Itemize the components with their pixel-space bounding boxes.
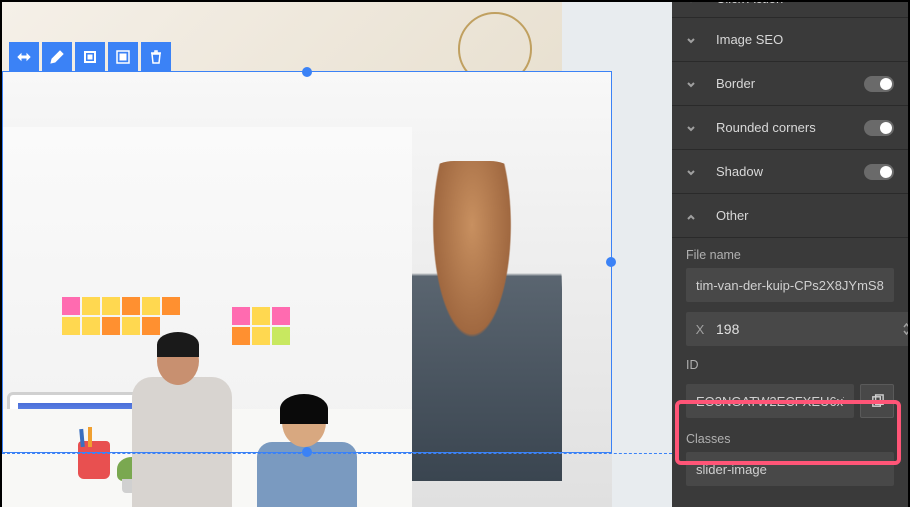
- rounded-corners-toggle[interactable]: [864, 120, 894, 136]
- replace-image-button[interactable]: [9, 42, 39, 72]
- chevron-down-icon: [686, 166, 698, 178]
- section-label: Image SEO: [716, 32, 894, 47]
- border-toggle[interactable]: [864, 76, 894, 92]
- file-name-input[interactable]: [686, 268, 894, 302]
- section-other[interactable]: Other: [672, 194, 908, 238]
- chevron-down-icon: [686, 34, 698, 46]
- crop-button[interactable]: [75, 42, 105, 72]
- chevron-down-icon: [686, 78, 698, 90]
- id-input[interactable]: [686, 384, 854, 418]
- frame-button[interactable]: [108, 42, 138, 72]
- section-label: Border: [716, 76, 864, 91]
- x-input[interactable]: [714, 321, 899, 337]
- id-label: ID: [686, 358, 894, 372]
- delete-button[interactable]: [141, 42, 171, 72]
- floating-toolbar: [9, 42, 171, 72]
- chevron-down-icon: [686, 2, 698, 5]
- shadow-toggle[interactable]: [864, 164, 894, 180]
- section-image-seo[interactable]: Image SEO: [672, 18, 908, 62]
- section-label: Other: [716, 208, 894, 223]
- file-name-label: File name: [686, 248, 894, 262]
- section-label: Click Action: [716, 2, 894, 6]
- x-spinner[interactable]: [899, 322, 908, 336]
- classes-label: Classes: [686, 432, 894, 446]
- editor-canvas[interactable]: [2, 2, 672, 507]
- chevron-down-icon: [686, 122, 698, 134]
- section-rounded-corners[interactable]: Rounded corners: [672, 106, 908, 150]
- alignment-guide: [2, 453, 672, 454]
- section-click-action[interactable]: Click Action: [672, 2, 908, 18]
- selected-image[interactable]: [2, 127, 412, 507]
- section-label: Shadow: [716, 164, 864, 179]
- section-label: Rounded corners: [716, 120, 864, 135]
- properties-panel: Click Action Image SEO Border Rounded co…: [672, 2, 908, 507]
- x-label: X: [686, 322, 714, 337]
- classes-input[interactable]: [686, 452, 894, 486]
- section-border[interactable]: Border: [672, 62, 908, 106]
- x-position-field[interactable]: X: [686, 312, 908, 346]
- copy-id-button[interactable]: [860, 384, 894, 418]
- section-shadow[interactable]: Shadow: [672, 150, 908, 194]
- chevron-up-icon: [686, 210, 698, 222]
- edit-button[interactable]: [42, 42, 72, 72]
